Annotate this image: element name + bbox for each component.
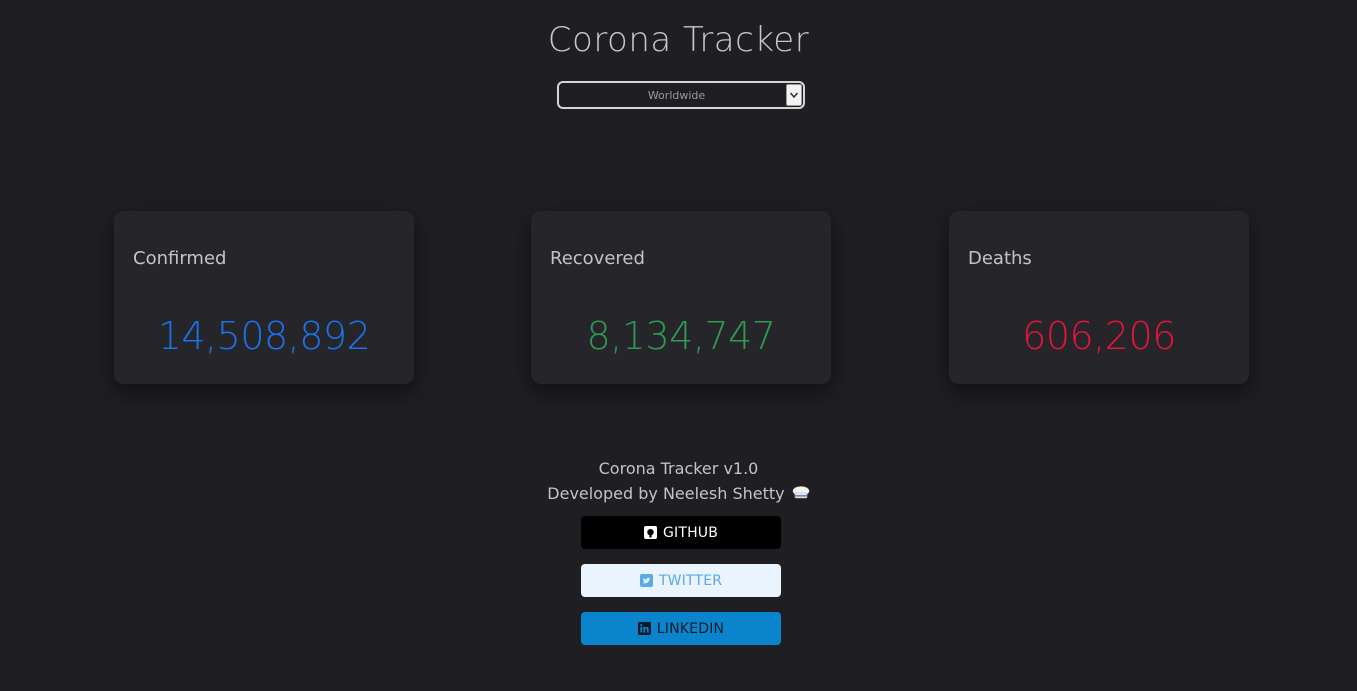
developer-text: Developed by Neelesh Shetty <box>547 484 785 503</box>
page: Corona Tracker Worldwide Confirmed 14,50… <box>0 0 1357 691</box>
deaths-value: 606,206 <box>1022 314 1176 358</box>
twitter-icon <box>639 574 653 587</box>
confirmed-value: 14,508,892 <box>157 314 371 358</box>
twitter-label: TWITTER <box>658 572 723 589</box>
github-icon <box>643 526 657 539</box>
country-select[interactable]: Worldwide <box>557 81 805 109</box>
twitter-button[interactable]: TWITTER <box>581 564 781 597</box>
chef-hat-icon <box>792 485 810 499</box>
recovered-value: 8,134,747 <box>586 314 776 358</box>
footer-version: Corona Tracker v1.0 <box>598 459 759 478</box>
confirmed-label: Confirmed <box>133 248 227 269</box>
recovered-label: Recovered <box>550 248 645 269</box>
deaths-card: Deaths 606,206 <box>949 211 1249 384</box>
country-select-value: Worldwide <box>647 88 706 102</box>
chevron-down-icon[interactable] <box>786 84 802 106</box>
confirmed-card: Confirmed 14,508,892 <box>114 211 414 384</box>
page-title: Corona Tracker <box>547 20 810 60</box>
linkedin-label: LINKEDIN <box>656 620 725 637</box>
footer-developer: Developed by Neelesh Shetty <box>0 484 1357 503</box>
github-button[interactable]: GITHUB <box>581 516 781 549</box>
linkedin-icon <box>637 622 651 635</box>
recovered-card: Recovered 8,134,747 <box>531 211 831 384</box>
deaths-label: Deaths <box>968 248 1032 269</box>
linkedin-button[interactable]: LINKEDIN <box>581 612 781 645</box>
github-label: GITHUB <box>662 524 719 541</box>
